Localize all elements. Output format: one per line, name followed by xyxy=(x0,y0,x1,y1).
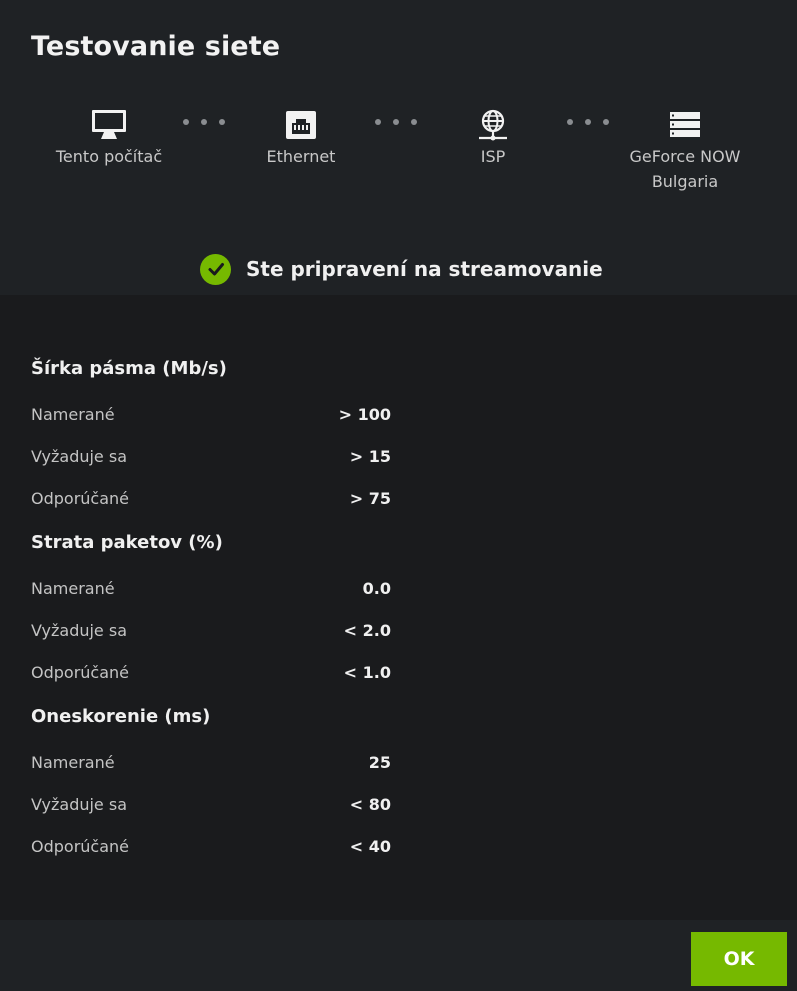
row-label: Vyžaduje sa xyxy=(31,447,127,466)
ethernet-port-icon xyxy=(286,111,316,139)
row-value: 0.0 xyxy=(362,579,391,598)
section-title-bandwidth: Šírka pásma (Mb/s) xyxy=(31,358,227,379)
row-label: Odporúčané xyxy=(31,837,129,856)
row-value: < 40 xyxy=(349,837,391,856)
row-value: < 80 xyxy=(349,795,391,814)
ok-button[interactable]: OK xyxy=(691,932,787,986)
dialog-header: Testovanie siete Tento počítač Ethernet … xyxy=(0,0,797,295)
row-value: > 75 xyxy=(349,489,391,508)
globe-network-icon xyxy=(479,109,507,141)
path-node-ethernet: Ethernet xyxy=(221,108,381,169)
path-node-label: GeForce NOW Bulgaria xyxy=(629,147,741,191)
path-node-label: Tento počítač xyxy=(55,147,163,166)
monitor-icon xyxy=(92,110,126,139)
path-node-computer: Tento počítač xyxy=(29,108,189,169)
network-test-dialog: Testovanie siete Tento počítač Ethernet … xyxy=(0,0,797,991)
row-label: Vyžaduje sa xyxy=(31,621,127,640)
server-icon xyxy=(670,112,700,137)
row-label: Odporúčané xyxy=(31,489,129,508)
row-value: < 2.0 xyxy=(343,621,391,640)
section-title-packet-loss: Strata paketov (%) xyxy=(31,532,223,553)
results-panel: Šírka pásma (Mb/s) Namerané > 100 Vyžadu… xyxy=(0,295,797,920)
check-circle-icon xyxy=(200,253,231,285)
row-label: Namerané xyxy=(31,405,115,424)
row-value: 25 xyxy=(368,753,391,772)
path-node-server: GeForce NOW Bulgaria xyxy=(605,108,765,194)
dialog-footer xyxy=(0,920,797,991)
status-text: Ste pripravení na streamovanie xyxy=(246,257,603,281)
row-value: < 1.0 xyxy=(343,663,391,682)
row-label: Namerané xyxy=(31,579,115,598)
row-label: Vyžaduje sa xyxy=(31,795,127,814)
row-value: > 15 xyxy=(349,447,391,466)
section-title-latency: Oneskorenie (ms) xyxy=(31,706,211,727)
row-label: Odporúčané xyxy=(31,663,129,682)
path-node-isp: ISP xyxy=(413,108,573,169)
ready-status: Ste pripravení na streamovanie xyxy=(200,253,603,285)
row-label: Namerané xyxy=(31,753,115,772)
row-value: > 100 xyxy=(338,405,391,424)
path-node-label: Ethernet xyxy=(266,147,336,166)
dialog-title: Testovanie siete xyxy=(31,31,281,62)
path-node-label: ISP xyxy=(480,147,506,166)
